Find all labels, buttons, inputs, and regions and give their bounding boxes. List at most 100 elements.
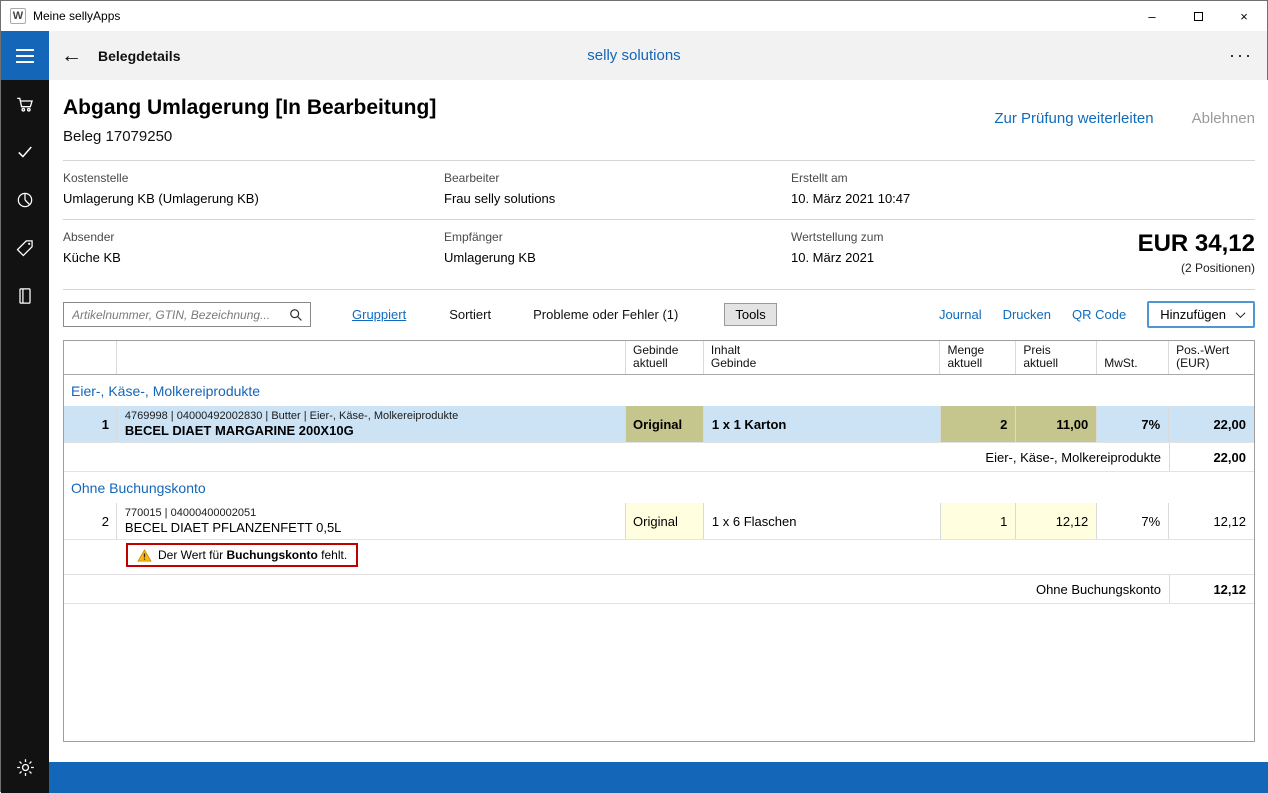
warning-row: Der Wert für Buchungskonto fehlt. <box>64 540 1254 575</box>
app-window: W Meine sellyApps – × ← Belegdetails sel… <box>0 0 1268 793</box>
search-input[interactable] <box>72 307 289 322</box>
sidebar-cart-button[interactable] <box>1 80 49 128</box>
journal-book-icon <box>19 288 31 304</box>
header-mwst: MwSt. <box>1097 341 1170 374</box>
sidebar-settings-button[interactable] <box>1 743 49 791</box>
cell-wert: 22,00 <box>1213 416 1246 432</box>
total-positions: (2 Positionen) <box>1180 261 1255 275</box>
cell-wert: 12,12 <box>1213 513 1246 529</box>
search-icon[interactable] <box>289 308 303 322</box>
header-number <box>64 341 117 374</box>
forward-for-review-link[interactable]: Zur Prüfung weiterleiten <box>994 110 1153 127</box>
field-label: Absender <box>63 230 115 244</box>
table-empty-area <box>64 604 1254 741</box>
field-value: Frau selly solutions <box>444 191 556 206</box>
subtotal-row-molkereiprodukte: Eier-, Käse-, Molkereiprodukte 22,00 <box>64 443 1254 472</box>
maximize-button[interactable] <box>1175 1 1221 31</box>
gear-icon <box>16 758 34 776</box>
minimize-button[interactable]: – <box>1129 1 1175 31</box>
search-box[interactable] <box>63 302 311 327</box>
subtotal-label: Eier-, Käse-, Molkereiprodukte <box>985 449 1161 465</box>
journal-link[interactable]: Journal <box>939 307 982 322</box>
toolbar: Gruppiert Sortiert Probleme oder Fehler … <box>63 301 1255 328</box>
field-label: Bearbeiter <box>444 171 500 185</box>
maximize-icon <box>1193 11 1203 21</box>
qr-code-link[interactable]: QR Code <box>1072 307 1126 322</box>
group-header-ohne-buchungskonto: Ohne Buchungskonto <box>71 479 206 496</box>
validation-warning: Der Wert für Buchungskonto fehlt. <box>126 543 359 567</box>
sorted-toggle[interactable]: Sortiert <box>449 307 491 322</box>
hamburger-icon <box>16 48 34 51</box>
field-bearbeiter: Bearbeiter Frau selly solutions <box>444 171 791 207</box>
warning-text: Der Wert für Buchungskonto fehlt. <box>158 548 348 562</box>
header-menge: Menge aktuell <box>940 341 1017 374</box>
hamburger-menu-button[interactable] <box>1 31 49 80</box>
document-title: Abgang Umlagerung [In Bearbeitung] <box>63 96 437 119</box>
tools-button[interactable]: Tools <box>724 303 777 326</box>
field-value: Küche KB <box>63 250 121 265</box>
subtotal-row-ohne-buchungskonto: Ohne Buchungskonto 12,12 <box>64 575 1254 604</box>
window-controls: – × <box>1129 1 1267 31</box>
subtotal-label: Ohne Buchungskonto <box>1035 581 1161 597</box>
cell-inhalt: 1 x 6 Flaschen <box>704 503 941 539</box>
field-value: Umlagerung KB <box>444 250 536 265</box>
cell-gebinde[interactable]: Original <box>626 406 704 442</box>
sidebar-check-button[interactable] <box>1 128 49 176</box>
header-wert: Pos.-Wert (EUR) <box>1176 343 1230 370</box>
subtotal-value: 12,12 <box>1169 575 1254 603</box>
field-value: Umlagerung KB (Umlagerung KB) <box>63 191 259 206</box>
field-label: Wertstellung zum <box>791 230 884 244</box>
more-options-button[interactable]: ··· <box>1229 45 1253 66</box>
field-label: Kostenstelle <box>63 171 129 185</box>
sidebar-journal-button[interactable] <box>1 272 49 320</box>
back-button[interactable]: ← <box>61 45 82 66</box>
sidebar-pricetag-button[interactable] <box>1 224 49 272</box>
price-tag-icon <box>16 240 33 257</box>
problems-link[interactable]: Probleme oder Fehler (1) <box>533 307 678 322</box>
cell-description: 4769998 | 04000492002830 | Butter | Eier… <box>117 406 627 442</box>
main-content: Abgang Umlagerung [In Bearbeitung] Beleg… <box>49 80 1268 762</box>
cell-preis[interactable]: 12,12 <box>1016 503 1098 539</box>
subtotal-value: 22,00 <box>1169 443 1254 471</box>
document-number: Beleg 17079250 <box>63 128 173 145</box>
check-icon <box>18 146 32 158</box>
field-value: 10. März 2021 <box>791 250 875 265</box>
fields-row-1: Kostenstelle Umlagerung KB (Umlagerung K… <box>63 161 1255 219</box>
cell-number: 1 <box>64 406 117 442</box>
cell-number: 2 <box>64 503 117 539</box>
cell-gebinde[interactable]: Original <box>626 503 704 539</box>
field-absender: Absender Küche KB <box>63 230 444 275</box>
total-amount: EUR 34,12 <box>1137 230 1255 257</box>
field-kostenstelle: Kostenstelle Umlagerung KB (Umlagerung K… <box>63 171 444 207</box>
header-gebinde: Gebinde aktuell <box>626 341 704 374</box>
sidebar-piechart-button[interactable] <box>1 176 49 224</box>
field-value: 10. März 2021 10:47 <box>791 191 911 206</box>
field-erstellt-am: Erstellt am 10. März 2021 10:47 <box>791 171 1255 207</box>
close-button[interactable]: × <box>1221 1 1267 31</box>
group-header-molkereiprodukte: Eier-, Käse-, Molkereiprodukte <box>71 382 261 399</box>
table-row-1[interactable]: 1 4769998 | 04000492002830 | Butter | Ei… <box>64 406 1254 443</box>
reject-link[interactable]: Ablehnen <box>1192 110 1255 127</box>
field-wertstellung: Wertstellung zum 10. März 2021 <box>791 230 1080 275</box>
article-name: BECEL DIAET PFLANZENFETT 0,5L <box>124 520 342 535</box>
grouped-toggle[interactable]: Gruppiert <box>352 307 406 322</box>
cell-menge[interactable]: 1 <box>940 503 1017 539</box>
add-button[interactable]: Hinzufügen <box>1147 301 1255 328</box>
cell-preis[interactable]: 11,00 <box>1016 406 1098 442</box>
print-link[interactable]: Drucken <box>1003 307 1051 322</box>
bottom-bar <box>49 762 1268 793</box>
divider <box>63 289 1255 290</box>
table-row-2[interactable]: 2 770015 | 04000400002051 BECEL DIAET PF… <box>64 503 1254 540</box>
app-header: ← Belegdetails selly solutions ··· <box>1 31 1267 80</box>
field-empfaenger: Empfänger Umlagerung KB <box>444 230 791 275</box>
sidebar <box>1 80 49 793</box>
app-icon: W <box>10 8 26 24</box>
article-meta: 770015 | 04000400002051 <box>124 507 257 519</box>
pie-chart-icon <box>17 192 33 208</box>
cell-menge[interactable]: 2 <box>940 406 1017 442</box>
cell-description: 770015 | 04000400002051 BECEL DIAET PFLA… <box>117 503 627 539</box>
warning-icon <box>137 548 152 561</box>
field-label: Erstellt am <box>791 171 848 185</box>
header-description <box>117 341 627 374</box>
cell-mwst: 7% <box>1097 503 1170 539</box>
